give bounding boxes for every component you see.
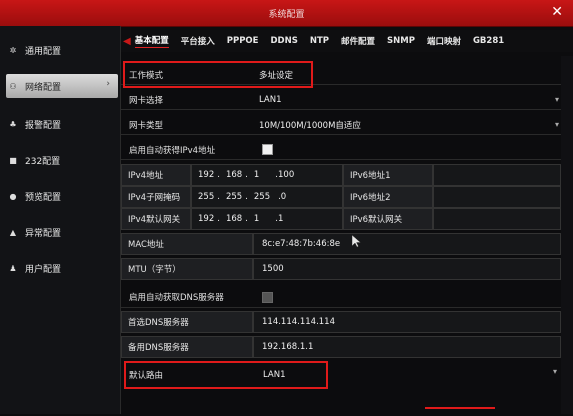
mtu-row: MTU（字节） 1500 (121, 258, 561, 280)
window-title: 系统配置 (268, 10, 305, 20)
sidebar-item-label: 预览配置 (25, 192, 62, 203)
ipv4-mask-label: IPv4子网掩码 (121, 186, 191, 208)
tab-ntp[interactable]: NTP (310, 36, 329, 46)
sidebar-item-exception[interactable]: ▲ 异常配置 (6, 220, 118, 244)
sidebar-item-label: 异常配置 (25, 228, 62, 239)
warning-icon: ▲ (9, 227, 17, 237)
tab-ddns[interactable]: DDNS (270, 36, 297, 46)
dhcp-dns-checkbox[interactable] (262, 291, 273, 303)
nic-type-label: 网卡类型 (129, 120, 164, 131)
sidebar-item-preview[interactable]: ● 预览配置 (6, 184, 118, 208)
chevron-down-icon[interactable]: ▾ (555, 95, 559, 104)
sidebar-item-general[interactable]: ✲ 通用配置 (6, 38, 118, 62)
sidebar-item-232[interactable]: ■ 232配置 (6, 148, 118, 172)
close-icon[interactable]: ✕ (551, 4, 563, 20)
sidebar-item-label: 通用配置 (25, 46, 62, 57)
ipv4-gateway-label: IPv4默认网关 (121, 208, 191, 230)
dhcp-ipv4-row: 启用自动获得IPv4地址 (121, 140, 561, 160)
sidebar-item-label: 报警配置 (25, 120, 62, 131)
preview-icon: ● (9, 191, 17, 201)
sidebar-item-alarm[interactable]: ♣ 报警配置 (6, 112, 118, 136)
ipv6-addr2-input[interactable] (433, 186, 561, 208)
scrollbar[interactable] (561, 56, 573, 414)
sidebar: ✲ 通用配置 ⚇ 网络配置 › ♣ 报警配置 ■ 232配置 ● 预览配置 ▲ … (0, 26, 121, 414)
chevron-down-icon[interactable]: ▾ (553, 367, 557, 376)
user-icon: ♟ (9, 263, 17, 273)
ipv4-mask-input[interactable]: 255. 255. 255 .0 (191, 186, 343, 208)
nic-type-dropdown[interactable]: 10M/100M/1000M自适应 (259, 119, 361, 131)
nic-select-row[interactable]: 网卡选择 LAN1 ▾ (121, 90, 561, 110)
sidebar-item-label: 用户配置 (25, 264, 62, 275)
serial-port-icon: ■ (9, 155, 17, 165)
ipv4-address-input[interactable]: 192. 168. 1 .100 (191, 164, 343, 186)
nic-type-row[interactable]: 网卡类型 10M/100M/1000M自适应 ▾ (121, 115, 561, 135)
tab-email[interactable]: 邮件配置 (341, 35, 375, 47)
ipv6-gateway-label: IPv6默认网关 (343, 208, 433, 230)
tab-port-mapping[interactable]: 端口映射 (427, 35, 461, 47)
mtu-label: MTU（字节） (121, 258, 253, 280)
sidebar-item-network[interactable]: ⚇ 网络配置 › (6, 74, 118, 98)
highlight-bottom-edge (425, 407, 495, 416)
dhcp-ipv4-label: 启用自动获得IPv4地址 (129, 145, 216, 156)
ipv4-address-label: IPv4地址 (121, 164, 191, 186)
dhcp-ipv4-checkbox[interactable] (262, 144, 273, 155)
gear-icon: ✲ (9, 45, 17, 55)
sidebar-item-label: 232配置 (25, 156, 61, 167)
dns-alternate-row: 备用DNS服务器 192.168.1.1 (121, 336, 561, 358)
alarm-icon: ♣ (9, 119, 17, 129)
mac-value: 8c:e7:48:7b:46:8e (262, 239, 341, 249)
sidebar-item-label: 网络配置 (25, 82, 62, 93)
dns-alternate-label: 备用DNS服务器 (121, 336, 253, 358)
dhcp-dns-row: 启用自动获取DNS服务器 (121, 287, 561, 308)
dhcp-dns-label: 启用自动获取DNS服务器 (129, 293, 224, 303)
mouse-cursor-icon (351, 234, 362, 251)
chevron-down-icon[interactable]: ▾ (555, 120, 559, 129)
network-icon: ⚇ (9, 81, 17, 91)
tab-platform[interactable]: 平台接入 (181, 35, 215, 47)
dns-preferred-input[interactable]: 114.114.114.114 (253, 311, 561, 333)
mtu-input[interactable]: 1500 (253, 258, 561, 280)
ipv6-addr2-label: IPv6地址2 (343, 186, 433, 208)
highlight-work-mode (123, 61, 313, 88)
title-bar: 系统配置 ✕ (0, 0, 573, 27)
ipv4-gateway-input[interactable]: 192. 168. 1 .1 (191, 208, 343, 230)
dns-preferred-row: 首选DNS服务器 114.114.114.114 (121, 311, 561, 333)
nic-select-label: 网卡选择 (129, 95, 164, 106)
mac-row: MAC地址 8c:e7:48:7b:46:8e (121, 233, 561, 255)
highlight-default-route (124, 361, 328, 389)
tab-gb281[interactable]: GB281 (473, 36, 504, 46)
sidebar-item-user[interactable]: ♟ 用户配置 (6, 256, 118, 280)
ipv6-gateway-input[interactable] (433, 208, 561, 230)
chevron-right-icon: › (106, 79, 110, 89)
dns-alternate-input[interactable]: 192.168.1.1 (253, 336, 561, 358)
ipv6-addr1-label: IPv6地址1 (343, 164, 433, 186)
tab-basic[interactable]: 基本配置 (134, 34, 169, 48)
tab-scroll-left-icon[interactable]: ◀ (123, 36, 131, 47)
tab-snmp[interactable]: SNMP (387, 36, 415, 46)
tab-pppoe[interactable]: PPPOE (227, 36, 259, 46)
mac-label: MAC地址 (121, 233, 253, 255)
dns-preferred-label: 首选DNS服务器 (121, 311, 253, 333)
nic-select-dropdown[interactable]: LAN1 (259, 95, 282, 105)
tab-bar: ◀ 基本配置 平台接入 PPPOE DDNS NTP 邮件配置 SNMP 端口映… (121, 30, 573, 52)
ipv6-addr1-input[interactable] (433, 164, 561, 186)
